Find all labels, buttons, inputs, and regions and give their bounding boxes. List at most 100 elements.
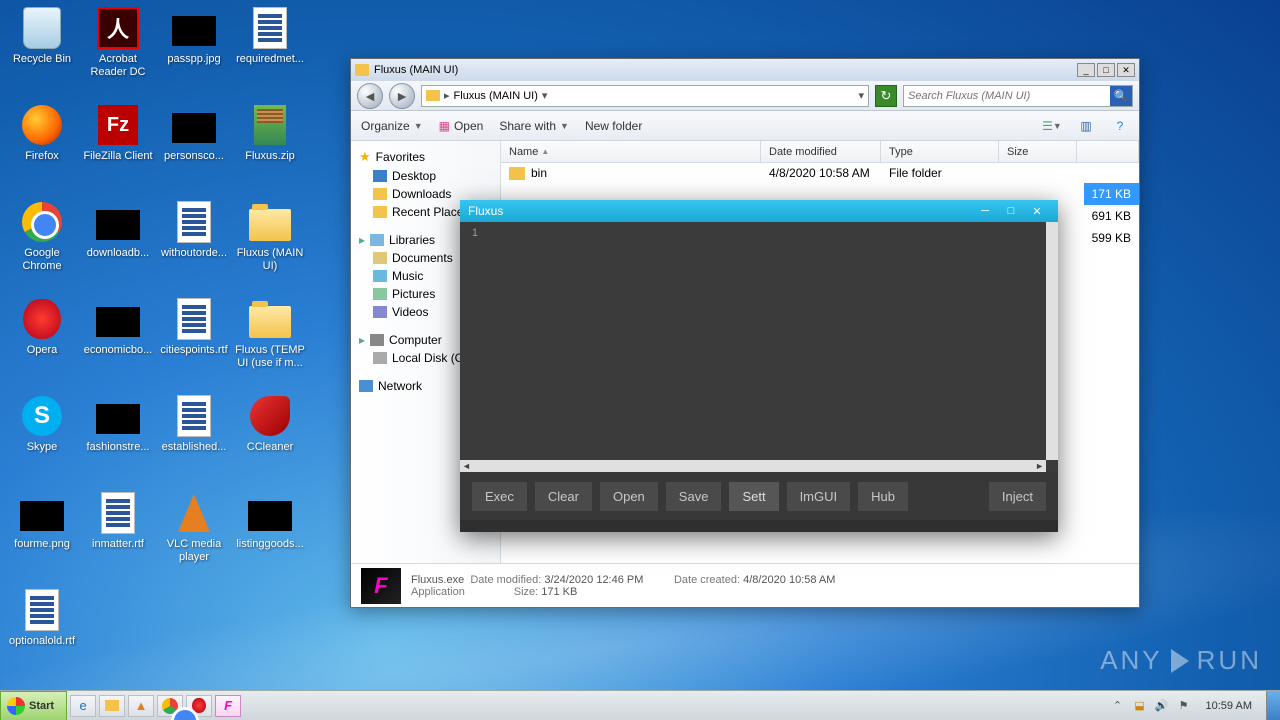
forward-button[interactable]: ►	[389, 83, 415, 109]
code-area[interactable]	[482, 222, 1058, 472]
desktop-icon-inmatter-rtf[interactable]: inmatter.rtf	[80, 491, 156, 551]
new-folder-button[interactable]: New folder	[585, 119, 642, 133]
desktop-icon-fluxus-temp-ui-use-if-m[interactable]: Fluxus (TEMP UI (use if m...	[232, 297, 308, 369]
maximize-button[interactable]: □	[1097, 63, 1115, 77]
desktop-icon-optionalold-rtf[interactable]: optionalold.rtf	[4, 588, 80, 648]
save-button[interactable]: Save	[666, 482, 722, 511]
taskbar-fluxus[interactable]: F	[215, 695, 241, 717]
taskbar-clock[interactable]: 10:59 AM	[1198, 700, 1260, 712]
icon-label: Opera	[4, 344, 80, 357]
fluxus-titlebar[interactable]: Fluxus ─ □ ✕	[460, 200, 1058, 222]
refresh-button[interactable]: ↻	[875, 85, 897, 107]
close-button[interactable]: ✕	[1117, 63, 1135, 77]
desktop-icon-established[interactable]: established...	[156, 394, 232, 454]
desktop-icon-downloadb[interactable]: downloadb...	[80, 200, 156, 260]
size-cell-selected[interactable]: 171 KB	[1084, 183, 1139, 205]
col-type[interactable]: Type	[881, 141, 999, 162]
minimize-button[interactable]: _	[1077, 63, 1095, 77]
icon-label: FileZilla Client	[80, 150, 156, 163]
partial-visible-sizes: 171 KB 691 KB 599 KB	[1084, 163, 1139, 249]
icon-label: Recycle Bin	[4, 53, 80, 66]
exec-button[interactable]: Exec	[472, 482, 527, 511]
taskbar-vlc[interactable]: ▲	[128, 695, 154, 717]
desktop-icon-google-chrome[interactable]: Google Chrome	[4, 200, 80, 272]
horizontal-scrollbar[interactable]: ◄►	[460, 460, 1046, 472]
desktop-icon-firefox[interactable]: Firefox	[4, 103, 80, 163]
icon-label: optionalold.rtf	[4, 635, 80, 648]
desktop-icon-vlc-media-player[interactable]: VLC media player	[156, 491, 232, 563]
help-button[interactable]: ?	[1111, 117, 1129, 135]
favorites-header[interactable]: ★Favorites	[351, 147, 500, 167]
search-icon[interactable]: 🔍	[1110, 86, 1132, 106]
desktop-icon-fashionstre[interactable]: fashionstre...	[80, 394, 156, 454]
tray-flag-icon[interactable]: ⚑	[1176, 698, 1192, 714]
address-bar[interactable]: ▸ Fluxus (MAIN UI) ▾ ▾	[421, 85, 869, 107]
code-editor[interactable]: 1 ◄►	[460, 222, 1058, 472]
desktop-icon-fourme-png[interactable]: fourme.png	[4, 491, 80, 551]
tray-shield-icon[interactable]: ⬓	[1132, 698, 1148, 714]
taskbar-chrome[interactable]	[157, 695, 183, 717]
desktop-icon-opera[interactable]: Opera	[4, 297, 80, 357]
size-cell[interactable]: 691 KB	[1084, 205, 1139, 227]
file-thumbnail: F	[361, 568, 401, 604]
nav-desktop[interactable]: Desktop	[351, 167, 500, 185]
open-button[interactable]: Open	[600, 482, 658, 511]
back-button[interactable]: ◄	[357, 83, 383, 109]
desktop-icon-economicbo[interactable]: economicbo...	[80, 297, 156, 357]
icon-label: Google Chrome	[4, 247, 80, 272]
breadcrumb[interactable]: Fluxus (MAIN UI)	[454, 90, 538, 102]
desktop-icon-listinggoods[interactable]: listinggoods...	[232, 491, 308, 551]
share-menu[interactable]: Share with ▼	[499, 119, 569, 133]
vertical-scrollbar[interactable]	[1046, 222, 1058, 460]
fluxus-close[interactable]: ✕	[1024, 202, 1050, 220]
icon-label: Fluxus (TEMP UI (use if m...	[232, 344, 308, 369]
col-date[interactable]: Date modified	[761, 141, 881, 162]
imgui-button[interactable]: ImGUI	[787, 482, 851, 511]
tray-volume-icon[interactable]: 🔊	[1154, 698, 1170, 714]
fluxus-minimize[interactable]: ─	[972, 202, 998, 220]
window-title: Fluxus (MAIN UI)	[374, 64, 458, 76]
desktop-icon-filezilla-client[interactable]: FzFileZilla Client	[80, 103, 156, 163]
taskbar-explorer[interactable]	[99, 695, 125, 717]
explorer-toolbar: Organize ▼ ▦ Open Share with ▼ New folde…	[351, 111, 1139, 141]
view-menu[interactable]: ☰ ▼	[1043, 117, 1061, 135]
taskbar-ie[interactable]: e	[70, 695, 96, 717]
size-cell[interactable]: 599 KB	[1084, 227, 1139, 249]
fluxus-maximize[interactable]: □	[998, 202, 1024, 220]
open-button[interactable]: ▦ Open	[439, 119, 484, 133]
desktop-icon-personsco[interactable]: personsco...	[156, 103, 232, 163]
desktop-icon-acrobat-reader-dc[interactable]: 人Acrobat Reader DC	[80, 6, 156, 78]
preview-pane-button[interactable]: ▥	[1077, 117, 1095, 135]
col-name[interactable]: Name ▲	[501, 141, 761, 162]
icon-label: Acrobat Reader DC	[80, 53, 156, 78]
sett-button[interactable]: Sett	[729, 482, 778, 511]
inject-button[interactable]: Inject	[989, 482, 1046, 511]
desktop-icon-recycle-bin[interactable]: Recycle Bin	[4, 6, 80, 66]
desktop-icon-ccleaner[interactable]: CCleaner	[232, 394, 308, 454]
details-filename: Fluxus.exe	[411, 574, 464, 586]
clear-button[interactable]: Clear	[535, 482, 592, 511]
desktop-icon-fluxus-main-ui[interactable]: Fluxus (MAIN UI)	[232, 200, 308, 272]
tray-chevron-icon[interactable]: ⌃	[1110, 698, 1126, 714]
show-desktop-button[interactable]	[1266, 691, 1280, 720]
desktop-icon-fluxus-zip[interactable]: Fluxus.zip	[232, 103, 308, 163]
desktop-icon-requiredmet[interactable]: requiredmet...	[232, 6, 308, 66]
file-row-bin[interactable]: bin 4/8/2020 10:58 AM File folder	[501, 163, 1139, 183]
folder-icon	[355, 64, 369, 76]
search-input[interactable]	[904, 90, 1110, 102]
hub-button[interactable]: Hub	[858, 482, 908, 511]
icon-label: passpp.jpg	[156, 53, 232, 66]
organize-menu[interactable]: Organize ▼	[361, 119, 423, 133]
fluxus-toolbar: Exec Clear Open Save Sett ImGUI Hub Inje…	[460, 472, 1058, 520]
start-orb-icon	[7, 697, 25, 715]
search-box[interactable]: 🔍	[903, 85, 1133, 107]
icon-label: Fluxus.zip	[232, 150, 308, 163]
start-button[interactable]: Start	[0, 691, 67, 720]
desktop-icon-citiespoints-rtf[interactable]: citiespoints.rtf	[156, 297, 232, 357]
desktop-icon-withoutorde[interactable]: withoutorde...	[156, 200, 232, 260]
icon-label: withoutorde...	[156, 247, 232, 260]
explorer-titlebar[interactable]: Fluxus (MAIN UI) _ □ ✕	[351, 59, 1139, 81]
col-size[interactable]: Size	[999, 141, 1077, 162]
desktop-icon-passpp-jpg[interactable]: passpp.jpg	[156, 6, 232, 66]
desktop-icon-skype[interactable]: SSkype	[4, 394, 80, 454]
